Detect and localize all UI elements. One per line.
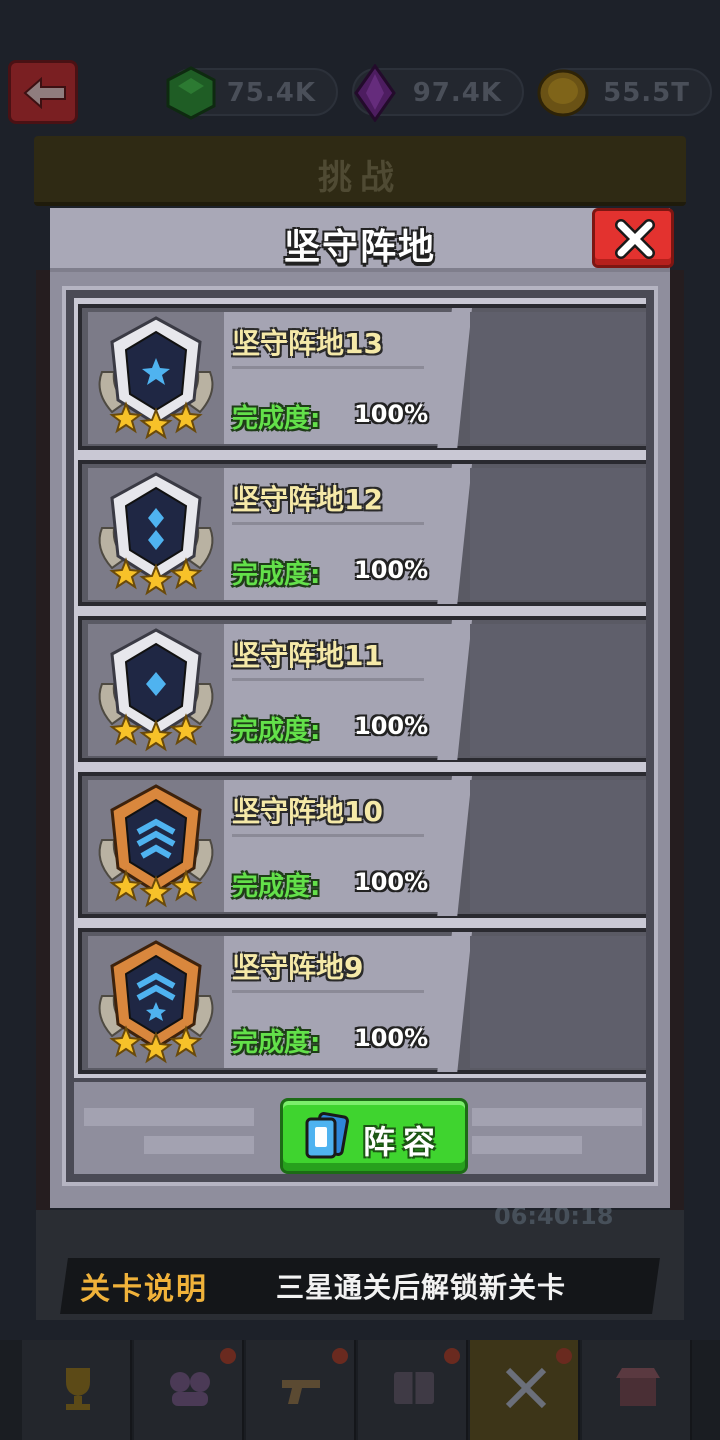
lineup-button[interactable]: 阵容 xyxy=(280,1098,468,1174)
bottom-nav xyxy=(0,1340,720,1440)
divider xyxy=(232,990,424,993)
progress-value: 100% xyxy=(354,1024,429,1052)
page-title: 挑战 xyxy=(318,158,402,198)
resource-value: 55.5T xyxy=(603,78,690,108)
level-list[interactable]: 坚守阵地13 完成度: 100% 坚守阵地12 完成度: 100% 坚守阵地11… xyxy=(74,298,646,1078)
back-arrow-icon xyxy=(23,77,66,109)
level-list-frame: 坚守阵地13 完成度: 100% 坚守阵地12 完成度: 100% 坚守阵地11… xyxy=(62,286,658,1186)
level-name: 坚守阵地9 xyxy=(232,951,364,984)
background-panel-edge xyxy=(670,270,684,1320)
gun-icon xyxy=(282,1380,320,1404)
purple-crystal-icon xyxy=(354,64,396,122)
shop-icon xyxy=(616,1368,660,1406)
list-footer: 阵容 xyxy=(74,1082,646,1174)
level-card[interactable]: 坚守阵地13 完成度: 100% xyxy=(78,304,646,450)
bronze-chevron-star-badge-icon xyxy=(98,940,214,1064)
level-name: 坚守阵地11 xyxy=(232,639,383,672)
card-right-panel xyxy=(470,468,646,600)
badge-panel xyxy=(88,936,224,1068)
cards-icon xyxy=(305,1111,349,1159)
progress-value: 100% xyxy=(354,712,429,740)
notification-dot xyxy=(220,1348,236,1364)
level-card[interactable]: 坚守阵地10 完成度: 100% xyxy=(78,772,646,918)
green-gem-icon xyxy=(166,66,216,120)
progress-label: 完成度: xyxy=(232,1028,321,1058)
page-title-bar: 挑战 xyxy=(34,136,686,206)
nav-tab-battle[interactable] xyxy=(470,1340,580,1440)
silver-star-badge-icon xyxy=(98,316,214,440)
level-name: 坚守阵地13 xyxy=(232,327,383,360)
modal-body: 坚守阵地13 完成度: 100% 坚守阵地12 完成度: 100% 坚守阵地11… xyxy=(50,272,670,1208)
card-right-panel xyxy=(470,936,646,1068)
progress-label: 完成度: xyxy=(232,404,321,434)
heroes-icon xyxy=(170,1372,210,1406)
progress-label: 完成度: xyxy=(232,716,321,746)
level-select-modal: 坚守阵地 坚守阵地13 完成度: 100% 坚守阵地12 完成度: 100% 坚… xyxy=(50,208,674,1208)
silver-double-diamond-badge-icon xyxy=(98,472,214,596)
nav-tab-weapons[interactable] xyxy=(246,1340,356,1440)
crossed-swords-icon xyxy=(505,1367,547,1409)
divider xyxy=(232,522,424,525)
footer-stripe xyxy=(472,1108,642,1126)
close-button[interactable] xyxy=(592,208,674,268)
nav-tab-book[interactable] xyxy=(358,1340,468,1440)
trophy-icon xyxy=(66,1368,90,1410)
stage-note-text: 三星通关后解锁新关卡 xyxy=(276,1271,567,1304)
level-card[interactable]: 坚守阵地9 完成度: 100% xyxy=(78,928,646,1074)
bronze-chevron-badge-icon xyxy=(98,784,214,908)
level-card[interactable]: 坚守阵地12 完成度: 100% xyxy=(78,460,646,606)
gold-coin-icon xyxy=(537,69,589,117)
level-card[interactable]: 坚守阵地11 完成度: 100% xyxy=(78,616,646,762)
badge-panel xyxy=(88,312,224,444)
nav-tab-shop[interactable] xyxy=(582,1340,692,1440)
background-panel-edge xyxy=(36,270,50,1320)
badge-panel xyxy=(88,468,224,600)
top-resource-bar: 75.4K 97.4K 55.5T xyxy=(0,50,720,140)
card-right-panel xyxy=(470,624,646,756)
divider xyxy=(232,366,424,369)
divider xyxy=(232,678,424,681)
close-x-icon xyxy=(615,219,655,259)
resource-purple-crystal: 97.4K xyxy=(352,64,524,122)
divider xyxy=(232,834,424,837)
progress-label: 完成度: xyxy=(232,872,321,902)
level-name: 坚守阵地10 xyxy=(232,795,383,828)
progress-value: 100% xyxy=(354,400,429,428)
notification-dot xyxy=(332,1348,348,1364)
footer-stripe xyxy=(84,1108,254,1126)
notification-dot xyxy=(556,1348,572,1364)
silver-diamond-badge-icon xyxy=(98,628,214,752)
resource-value: 75.4K xyxy=(226,78,316,108)
notification-dot xyxy=(444,1348,460,1364)
resource-green-gem: 75.4K xyxy=(166,66,338,120)
modal-header: 坚守阵地 xyxy=(50,208,670,272)
resource-gold-coin: 55.5T xyxy=(537,68,712,117)
back-button[interactable] xyxy=(8,60,78,124)
badge-panel xyxy=(88,780,224,912)
progress-label: 完成度: xyxy=(232,560,321,590)
progress-value: 100% xyxy=(354,556,429,584)
lineup-label: 阵容 xyxy=(363,1123,444,1161)
nav-tab-heroes[interactable] xyxy=(134,1340,244,1440)
resource-value: 97.4K xyxy=(412,78,502,108)
modal-title: 坚守阵地 xyxy=(283,227,436,268)
progress-value: 100% xyxy=(354,868,429,896)
nav-tab-trophy[interactable] xyxy=(22,1340,132,1440)
level-name: 坚守阵地12 xyxy=(232,483,383,516)
footer-stripe xyxy=(144,1136,254,1154)
card-right-panel xyxy=(470,312,646,444)
footer-stripe xyxy=(472,1136,582,1154)
card-right-panel xyxy=(470,780,646,912)
badge-panel xyxy=(88,624,224,756)
book-icon xyxy=(394,1372,434,1404)
stage-note-label: 关卡说明 xyxy=(80,1272,208,1307)
